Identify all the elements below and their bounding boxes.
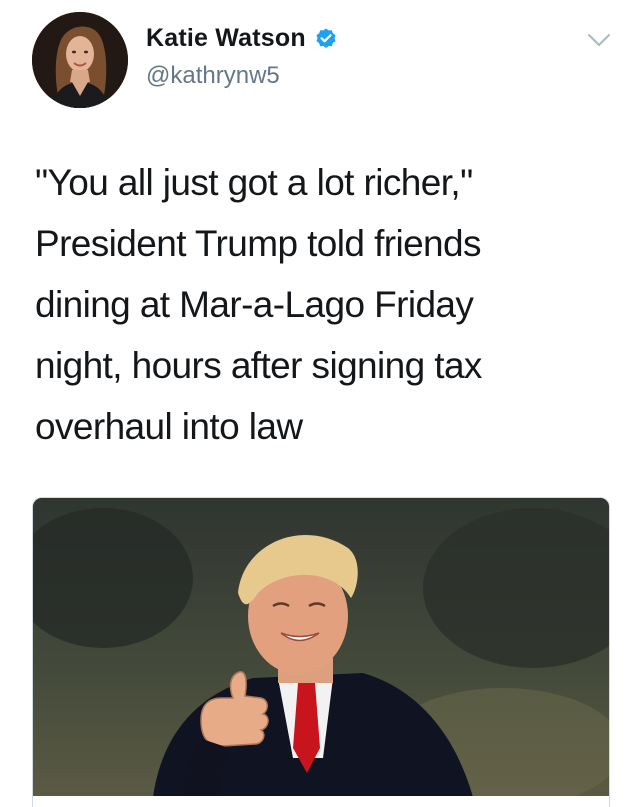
author-name-row[interactable]: Katie Watson: [146, 24, 338, 53]
tweet-text-line: night, hours after signing tax: [35, 345, 482, 386]
verified-badge-icon: [314, 27, 338, 51]
media-card-frame: [32, 796, 610, 807]
tweet-text-line: "You all just got a lot richer,": [35, 162, 473, 203]
avatar[interactable]: [32, 12, 128, 108]
tweet-text-line: overhaul into law: [35, 406, 303, 447]
tweet-media-photo[interactable]: [32, 497, 610, 797]
chevron-down-icon[interactable]: [586, 30, 612, 50]
author-display-name[interactable]: Katie Watson: [146, 24, 306, 53]
tweet-text: "You all just got a lot richer," Preside…: [35, 152, 595, 457]
avatar-photo: [32, 12, 128, 108]
author-handle[interactable]: @kathrynw5: [146, 62, 280, 90]
news-photo: [33, 498, 609, 797]
tweet-text-line: President Trump told friends: [35, 223, 482, 264]
tweet: Katie Watson @kathrynw5 "You all just go…: [0, 0, 640, 807]
tweet-text-line: dining at Mar-a-Lago Friday: [35, 284, 474, 325]
